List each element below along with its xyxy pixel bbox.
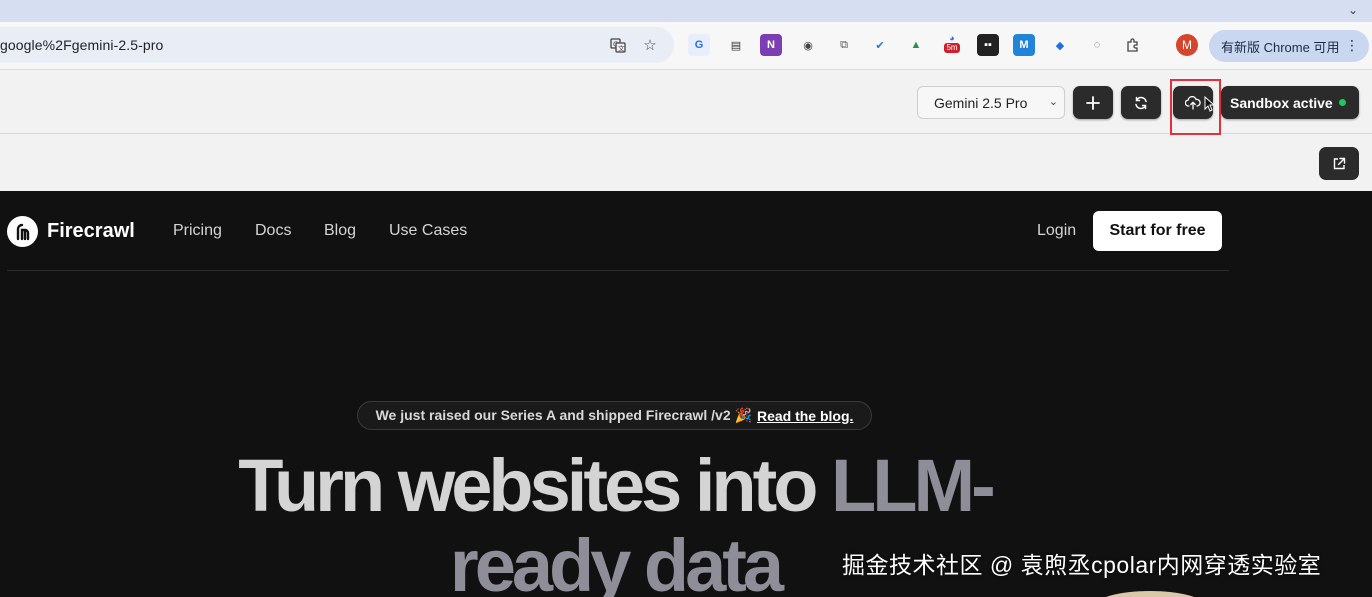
firecrawl-logo-icon bbox=[7, 216, 38, 247]
extension-icon-2[interactable]: ▤ bbox=[725, 34, 747, 56]
model-select-value: Gemini 2.5 Pro bbox=[934, 94, 1028, 111]
website-preview: Firecrawl Pricing Docs Blog Use Cases Lo… bbox=[0, 191, 1372, 597]
url-text: google%2Fgemini-2.5-pro bbox=[0, 37, 164, 53]
hero-line-1: Turn websites into LLM- bbox=[0, 446, 1230, 526]
status-dot-icon bbox=[1339, 99, 1346, 106]
tag-ext-icon[interactable]: ◆ bbox=[1049, 34, 1071, 56]
nav-blog[interactable]: Blog bbox=[324, 222, 356, 240]
read-blog-link[interactable]: Read the blog. bbox=[757, 408, 853, 424]
globe-ext-icon[interactable]: ◉ bbox=[797, 34, 819, 56]
m-ext-icon[interactable]: M bbox=[1013, 34, 1035, 56]
tab-search-chevron-icon[interactable]: ⌄ bbox=[1344, 1, 1362, 19]
browser-toolbar: google%2Fgemini-2.5-pro G文 ☆ G ▤ N ◉ ⧉ ✔… bbox=[0, 22, 1372, 70]
login-link[interactable]: Login bbox=[1037, 222, 1076, 240]
timer-glyph-icon: ◕ bbox=[949, 32, 955, 43]
extension-icon-5[interactable]: ⧉ bbox=[833, 34, 855, 56]
svg-text:文: 文 bbox=[618, 44, 625, 53]
timer-badge: 5m bbox=[944, 42, 960, 53]
chat-ext-icon[interactable]: ◌ bbox=[1086, 34, 1108, 56]
app-toolbar: Gemini 2.5 Pro ⌄ Sandbox active bbox=[0, 71, 1372, 134]
bookmark-star-icon[interactable]: ☆ bbox=[640, 35, 660, 55]
hero-line-1-main: Turn websites into bbox=[238, 444, 818, 527]
puzzle-extensions-icon[interactable] bbox=[1122, 34, 1144, 56]
address-bar[interactable]: google%2Fgemini-2.5-pro G文 ☆ bbox=[0, 27, 674, 63]
chrome-update-button[interactable]: 有新版 Chrome 可用 ⋮ bbox=[1209, 30, 1369, 62]
refresh-icon bbox=[1135, 96, 1147, 109]
chart-ext-icon[interactable]: ▲ bbox=[905, 34, 927, 56]
timer-ext-icon[interactable]: ◕ 5m bbox=[941, 32, 963, 54]
chrome-update-label: 有新版 Chrome 可用 bbox=[1221, 39, 1340, 55]
external-link-icon bbox=[1333, 157, 1346, 169]
site-navbar: Firecrawl Pricing Docs Blog Use Cases Lo… bbox=[7, 191, 1229, 271]
mouse-cursor-icon bbox=[1204, 96, 1214, 112]
sandbox-status-label: Sandbox active bbox=[1230, 94, 1333, 111]
nav-docs[interactable]: Docs bbox=[255, 222, 291, 240]
google-translate-ext-icon[interactable]: G bbox=[688, 34, 710, 56]
open-external-button[interactable] bbox=[1319, 147, 1359, 180]
new-button[interactable] bbox=[1073, 86, 1113, 119]
cloud-upload-icon bbox=[1185, 95, 1201, 110]
announcement-banner[interactable]: We just raised our Series A and shipped … bbox=[357, 401, 872, 430]
hero-line-1-accent: LLM- bbox=[831, 444, 996, 527]
model-select[interactable]: Gemini 2.5 Pro ⌄ bbox=[917, 86, 1065, 119]
dots-ext-icon[interactable]: ▪▪ bbox=[977, 34, 999, 56]
firecrawl-logo[interactable]: Firecrawl bbox=[7, 216, 135, 247]
profile-avatar[interactable]: M bbox=[1176, 34, 1198, 56]
sandbox-status-button[interactable]: Sandbox active bbox=[1221, 86, 1359, 119]
watermark-text: 掘金技术社区 @ 袁煦丞cpolar内网穿透实验室 bbox=[842, 552, 1322, 578]
tab-strip: ⌄ bbox=[0, 0, 1372, 22]
refresh-button[interactable] bbox=[1121, 86, 1161, 119]
onenote-ext-icon[interactable]: N bbox=[760, 34, 782, 56]
chevron-down-icon: ⌄ bbox=[1048, 96, 1058, 108]
nav-pricing[interactable]: Pricing bbox=[173, 222, 222, 240]
translate-icon[interactable]: G文 bbox=[608, 35, 628, 55]
preview-toolbar bbox=[0, 135, 1372, 191]
brand-name: Firecrawl bbox=[47, 220, 135, 242]
start-for-free-button[interactable]: Start for free bbox=[1093, 211, 1222, 251]
check-ext-icon[interactable]: ✔ bbox=[869, 34, 891, 56]
announcement-text: We just raised our Series A and shipped … bbox=[375, 407, 752, 423]
nav-use-cases[interactable]: Use Cases bbox=[389, 222, 467, 240]
plus-icon bbox=[1086, 95, 1100, 110]
kebab-menu-icon[interactable]: ⋮ bbox=[1345, 37, 1359, 54]
